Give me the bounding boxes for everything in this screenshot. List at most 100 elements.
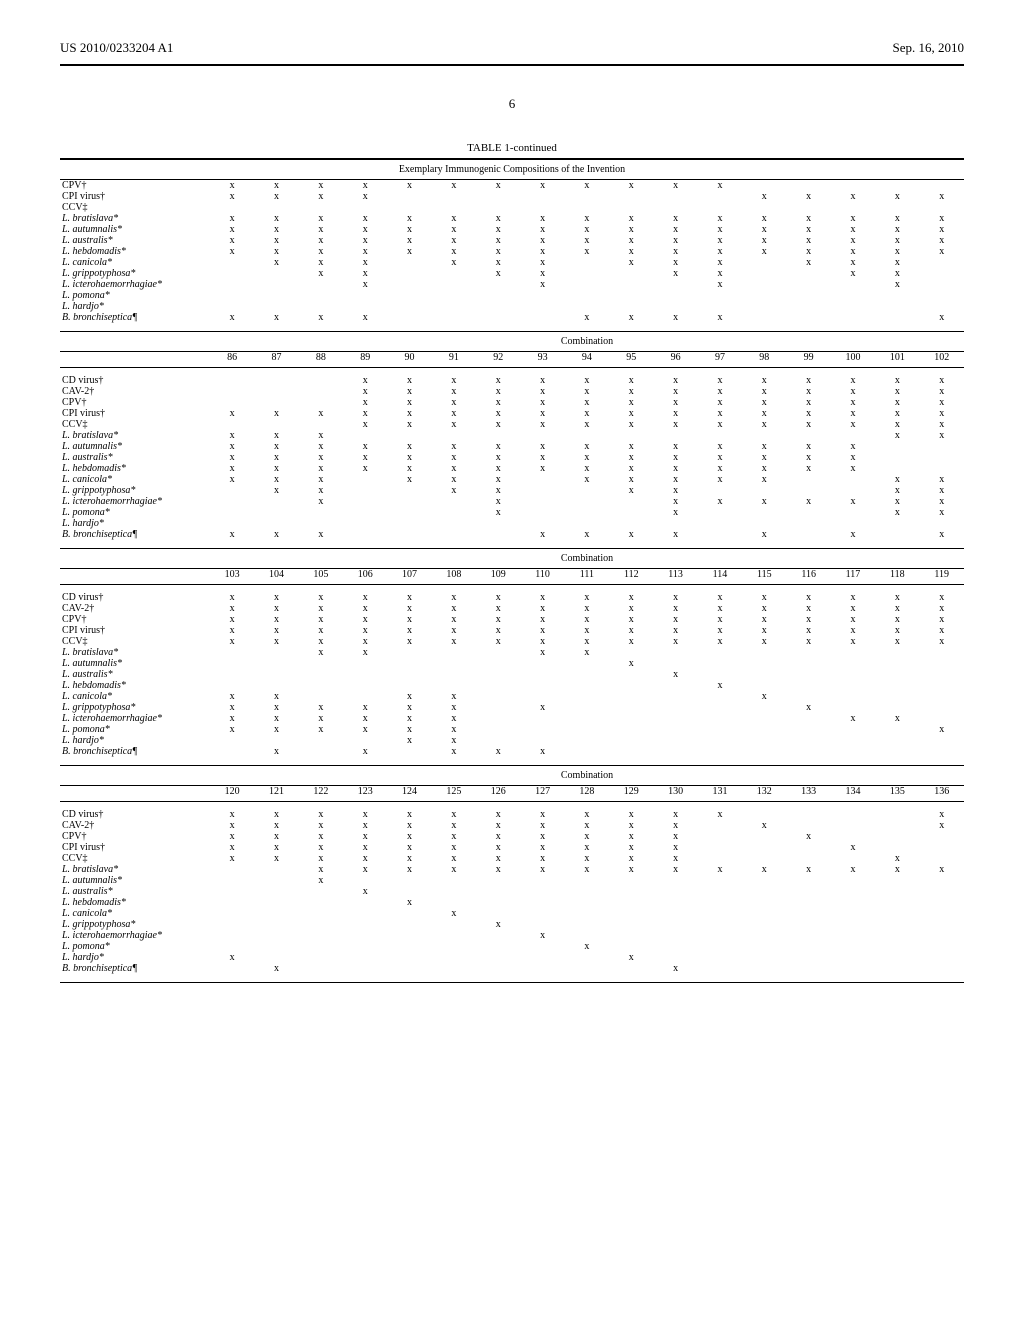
- cell: x: [387, 820, 431, 831]
- cell: [210, 919, 254, 930]
- cell: [210, 875, 254, 886]
- cell: [875, 919, 919, 930]
- cell: [786, 941, 830, 952]
- cell: x: [299, 268, 343, 279]
- row-label: L. hebdomadis*: [60, 246, 210, 257]
- cell: x: [565, 592, 609, 603]
- cell: x: [653, 963, 697, 974]
- cell: x: [210, 853, 254, 864]
- cell: [786, 886, 830, 897]
- cell: x: [476, 614, 520, 625]
- cell: [831, 485, 875, 496]
- cell: [786, 735, 830, 746]
- cell: x: [831, 213, 875, 224]
- row-label: L. pomona*: [60, 290, 210, 301]
- cell: x: [698, 474, 742, 485]
- row-label: CPI virus†: [60, 191, 210, 202]
- cell: x: [254, 625, 298, 636]
- cell: [609, 290, 653, 301]
- cell: x: [520, 386, 564, 397]
- cell: [831, 897, 875, 908]
- cell: x: [742, 636, 786, 647]
- cell: x: [299, 529, 343, 540]
- cell: [299, 930, 343, 941]
- cell: [476, 963, 520, 974]
- cell: [920, 886, 965, 897]
- cell: [831, 875, 875, 886]
- cell: [520, 680, 564, 691]
- cell: [387, 290, 431, 301]
- cell: x: [875, 474, 919, 485]
- cell: x: [210, 452, 254, 463]
- cell: [786, 268, 830, 279]
- cell: x: [476, 831, 520, 842]
- row-label: CCV‡: [60, 636, 210, 647]
- cell: [343, 952, 387, 963]
- table-row: L. hebdomadis*xxxxxxxxxxxxxxx: [60, 463, 964, 474]
- cell: x: [299, 625, 343, 636]
- cell: [609, 746, 653, 757]
- col-number: 86: [210, 351, 254, 367]
- cell: [254, 875, 298, 886]
- cell: x: [387, 463, 431, 474]
- cell: [786, 485, 830, 496]
- cell: [210, 202, 254, 213]
- col-number: 111: [565, 568, 609, 584]
- cell: [565, 713, 609, 724]
- cell: [920, 669, 965, 680]
- cell: x: [432, 375, 476, 386]
- cell: [786, 518, 830, 529]
- cell: x: [786, 831, 830, 842]
- cell: [565, 908, 609, 919]
- cell: x: [920, 496, 965, 507]
- row-label: CCV‡: [60, 202, 210, 213]
- cell: x: [653, 507, 697, 518]
- cell: x: [920, 820, 965, 831]
- cell: x: [254, 713, 298, 724]
- cell: x: [299, 820, 343, 831]
- cell: [742, 735, 786, 746]
- cell: x: [653, 831, 697, 842]
- cell: x: [520, 636, 564, 647]
- cell: x: [432, 636, 476, 647]
- cell: x: [653, 636, 697, 647]
- cell: x: [742, 386, 786, 397]
- cell: [698, 713, 742, 724]
- row-label: L. pomona*: [60, 941, 210, 952]
- cell: [742, 746, 786, 757]
- cell: [299, 941, 343, 952]
- cell: x: [520, 820, 564, 831]
- cell: [653, 279, 697, 290]
- col-number: 92: [476, 351, 520, 367]
- cell: [920, 518, 965, 529]
- cell: x: [520, 625, 564, 636]
- cell: x: [210, 224, 254, 235]
- cell: x: [609, 312, 653, 323]
- col-number: 102: [920, 351, 965, 367]
- cell: [387, 875, 431, 886]
- col-number: 103: [210, 568, 254, 584]
- cell: x: [387, 452, 431, 463]
- cell: [742, 875, 786, 886]
- cell: [343, 919, 387, 930]
- cell: [831, 820, 875, 831]
- cell: [299, 301, 343, 312]
- cell: x: [786, 636, 830, 647]
- cell: x: [653, 603, 697, 614]
- cell: [831, 474, 875, 485]
- cell: [210, 496, 254, 507]
- cell: [476, 908, 520, 919]
- table-row: L. autumnalis*xxxxxxxxxxxxxxx: [60, 441, 964, 452]
- cell: x: [432, 397, 476, 408]
- cell: [698, 658, 742, 669]
- cell: [254, 735, 298, 746]
- cell: [875, 897, 919, 908]
- cell: x: [520, 224, 564, 235]
- cell: x: [831, 864, 875, 875]
- cell: [875, 963, 919, 974]
- cell: x: [875, 408, 919, 419]
- cell: [432, 268, 476, 279]
- cell: [653, 647, 697, 658]
- cell: [210, 375, 254, 386]
- cell: [742, 908, 786, 919]
